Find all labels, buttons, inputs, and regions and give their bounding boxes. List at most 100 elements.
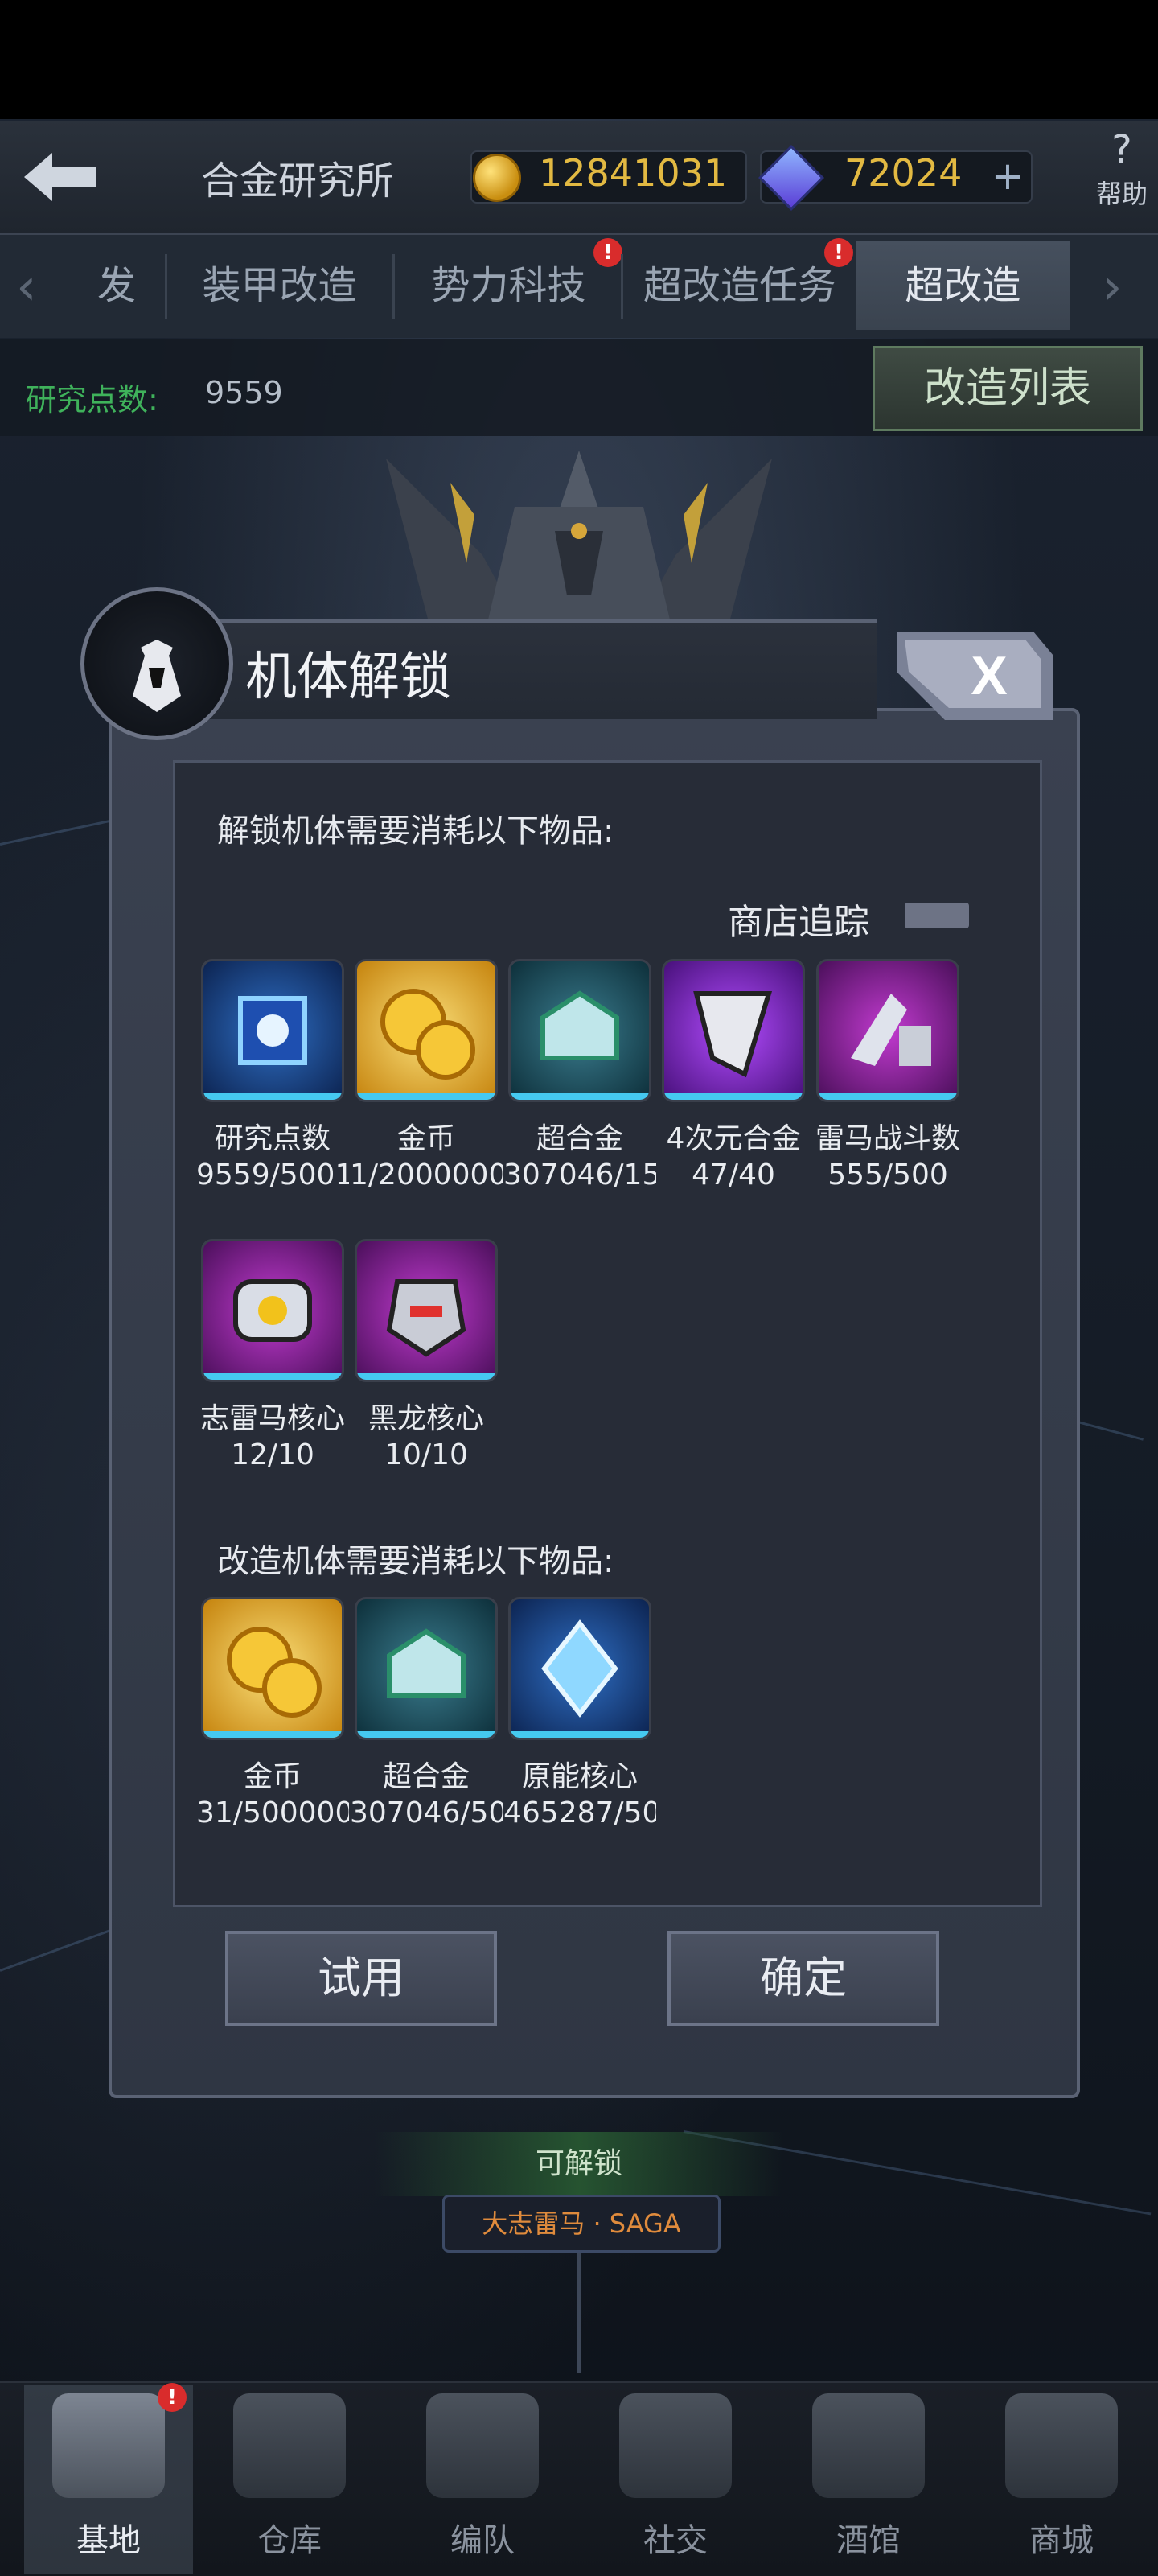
super-alloy-icon [508,959,651,1102]
item-count: 1/2000000 [350,1158,503,1191]
gold-coins-icon [355,959,498,1102]
item-name: 原能核心 [521,1760,638,1790]
item-energy-core[interactable]: 原能核心 465287/50 [503,1597,656,1833]
item-name: 金币 [396,1122,455,1152]
status-bar [0,0,1158,119]
unlockable-tag: 可解锁 [374,2132,784,2196]
tab-faction-tech[interactable]: 势力科技 [402,241,615,330]
item-gold[interactable]: 金币 31/500000 [196,1597,349,1833]
item-battle-data[interactable]: 雷马战斗数 555/500 [815,959,961,1195]
unit-name-tag[interactable]: 大志雷马 · SAGA [442,2195,721,2253]
item-name: 志雷马核心 [199,1402,345,1432]
item-name: 金币 [243,1760,302,1790]
core-icon [201,1239,344,1382]
notification-badge: ! [158,2383,187,2412]
item-count: 555/500 [827,1158,948,1191]
add-gems-button[interactable]: + [989,157,1026,195]
item-super-alloy[interactable]: 超合金 307046/15 [503,959,656,1195]
shop-track-label: 商店追踪 [728,902,869,943]
nav-shop[interactable]: 商城 [981,2393,1142,2570]
item-core[interactable]: 志雷马核心 12/10 [200,1239,346,1475]
help-icon: ? [1111,127,1132,172]
tab-scroll-left-icon[interactable]: ‹ [16,257,37,317]
shop-track-toggle[interactable] [905,903,969,928]
notification-badge: ! [824,238,853,267]
tavern-icon [812,2393,925,2498]
item-research-points[interactable]: 研究点数 9559/5001 [196,959,349,1195]
black-dragon-core-icon [355,1239,498,1382]
item-name: 研究点数 [214,1122,331,1152]
item-name: 超合金 [382,1760,470,1790]
coin-icon [473,154,521,202]
tab-divider [392,254,395,319]
nav-tavern[interactable]: 酒馆 [788,2393,949,2570]
faction-emblem-icon [80,587,233,740]
battle-data-icon [816,959,959,1102]
item-count: 465287/50 [503,1796,656,1829]
gold-coins-icon [201,1597,344,1740]
mech-silhouette [386,451,772,644]
warehouse-icon [233,2393,346,2498]
tab-armor-mod[interactable]: 装甲改造 [173,241,386,330]
back-arrow-icon [24,153,96,201]
trial-button[interactable]: 试用 [225,1931,497,2026]
shop-icon [1005,2393,1118,2498]
item-super-alloy[interactable]: 超合金 307046/50 [350,1597,503,1833]
research-chip-icon [201,959,344,1102]
confirm-button[interactable]: 确定 [667,1931,939,2026]
modify-requirements-heading: 改造机体需要消耗以下物品: [217,1543,614,1580]
item-name: 雷马战斗数 [815,1122,960,1152]
item-count: 10/10 [384,1438,468,1471]
item-count: 12/10 [231,1438,314,1471]
item-count: 307046/15 [503,1158,656,1191]
nav-base[interactable]: 基地 [28,2393,189,2570]
notification-badge: ! [593,238,622,267]
nav-social[interactable]: 社交 [595,2393,756,2570]
close-button[interactable]: X [897,623,1053,720]
item-4d-alloy[interactable]: 4次元合金 47/40 [662,959,807,1195]
nav-label: 基地 [76,2522,141,2559]
tab-divider [165,254,167,319]
research-points-label: 研究点数: [26,382,158,418]
item-gold[interactable]: 金币 1/2000000 [350,959,503,1195]
tab-divider [621,254,623,319]
research-points-value: 9559 [205,375,283,410]
tab-research[interactable]: 发 [72,241,161,330]
nav-label: 仓库 [257,2522,322,2559]
nav-formation[interactable]: 编队 [402,2393,563,2570]
item-count: 9559/5001 [196,1158,349,1191]
nav-label: 社交 [643,2522,708,2559]
close-icon: X [897,632,1053,720]
nav-label: 编队 [450,2522,515,2559]
item-black-dragon-core[interactable]: 黑龙核心 10/10 [355,1239,499,1475]
gem-value: 72024 [844,151,963,195]
handshake-icon [619,2393,732,2498]
tab-scroll-right-icon[interactable]: › [1102,257,1123,317]
helmet-icon [426,2393,539,2498]
nav-label: 商城 [1029,2522,1094,2559]
tab-super-mod-tasks[interactable]: 超改造任务 [627,241,852,330]
tab-super-mod[interactable]: 超改造 [856,241,1070,330]
energy-crystal-icon [508,1597,651,1740]
coin-value: 12841031 [539,151,728,195]
item-name: 黑龙核心 [368,1402,484,1432]
nav-warehouse[interactable]: 仓库 [209,2393,370,2570]
item-count: 31/500000 [196,1796,349,1829]
modification-list-button[interactable]: 改造列表 [873,346,1143,431]
item-name: 4次元合金 [666,1122,801,1152]
item-name: 超合金 [536,1122,623,1152]
super-alloy-icon [355,1597,498,1740]
back-button[interactable] [8,137,113,217]
help-label: 帮助 [1095,179,1148,209]
item-count: 307046/50 [350,1796,503,1829]
nav-label: 酒馆 [836,2522,901,2559]
4d-alloy-icon [662,959,805,1102]
help-button[interactable]: ? 帮助 [1086,126,1158,214]
page-title: 合金研究所 [201,158,395,204]
dialog-title: 机体解锁 [245,648,451,707]
unlock-requirements-heading: 解锁机体需要消耗以下物品: [217,813,614,850]
base-star-icon [52,2393,165,2498]
connector-line [577,2253,581,2373]
svg-text:X: X [971,645,1007,706]
item-count: 47/40 [692,1158,775,1191]
